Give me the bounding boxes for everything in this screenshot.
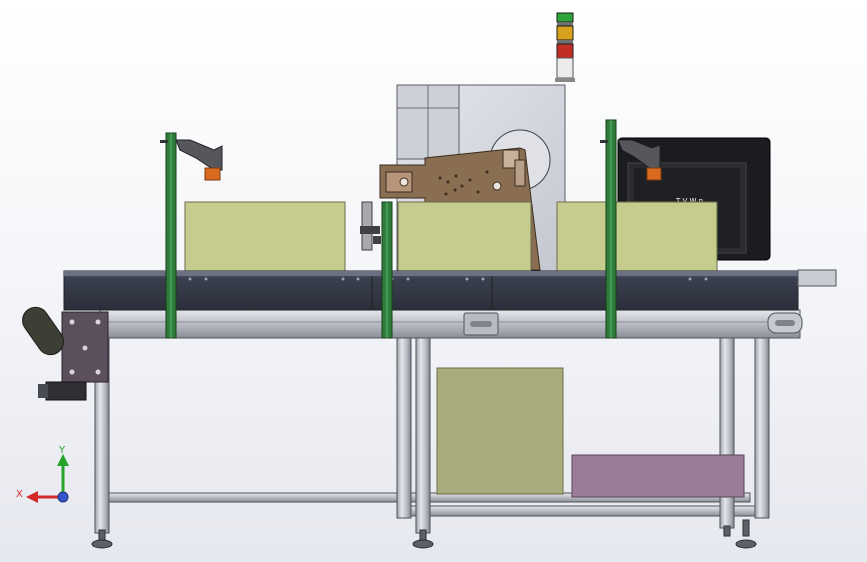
cad-viewport[interactable]: T V W n Y X — [0, 0, 867, 562]
lower-frame — [91, 337, 770, 549]
cartons-on-belt — [184, 201, 718, 272]
bin-purple — [571, 454, 745, 498]
main-beam — [99, 309, 803, 339]
side-guide — [360, 201, 381, 251]
triad-x-label: X — [16, 489, 23, 500]
triad-y-label: Y — [58, 445, 66, 456]
axis-triad-icon[interactable]: Y X — [16, 445, 69, 503]
scanner-post-middle — [381, 201, 393, 339]
carton-lower — [436, 367, 564, 495]
conveyor-belt — [63, 269, 837, 311]
stack-light-icon — [555, 12, 575, 82]
drive-motor — [22, 306, 109, 401]
assembly-drawing: T V W n Y X — [16, 12, 837, 549]
